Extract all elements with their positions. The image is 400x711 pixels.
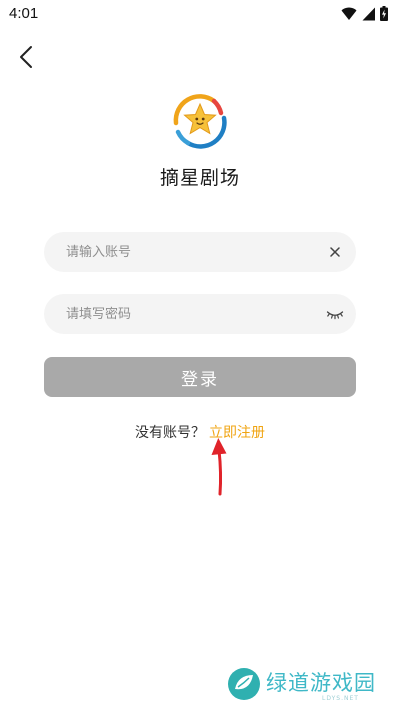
eye-closed-icon[interactable] <box>326 306 344 322</box>
status-icons <box>341 6 388 21</box>
wifi-icon <box>341 7 357 20</box>
watermark: 绿道游戏园 LDYS.NET <box>226 664 386 706</box>
account-field[interactable] <box>44 232 356 272</box>
battery-charging-icon <box>380 6 388 21</box>
app-title: 摘星剧场 <box>159 167 240 189</box>
watermark-logo-icon <box>228 668 260 700</box>
clear-icon[interactable] <box>328 245 342 259</box>
status-time: 4:01 <box>9 5 39 22</box>
password-input[interactable] <box>66 294 316 334</box>
password-field[interactable] <box>44 294 356 334</box>
app-logo-icon <box>173 94 227 149</box>
watermark-title: 绿道游戏园 <box>266 671 376 695</box>
signal-icon <box>362 7 375 20</box>
register-prompt: 没有账号？ <box>135 425 205 441</box>
back-arrow-icon[interactable] <box>14 44 40 70</box>
annotation-arrow-icon <box>211 438 227 496</box>
login-button[interactable]: 登录 <box>44 357 356 397</box>
watermark-subtitle: LDYS.NET <box>322 695 359 702</box>
account-input[interactable] <box>66 232 316 272</box>
status-bar: 4:01 <box>0 0 400 28</box>
